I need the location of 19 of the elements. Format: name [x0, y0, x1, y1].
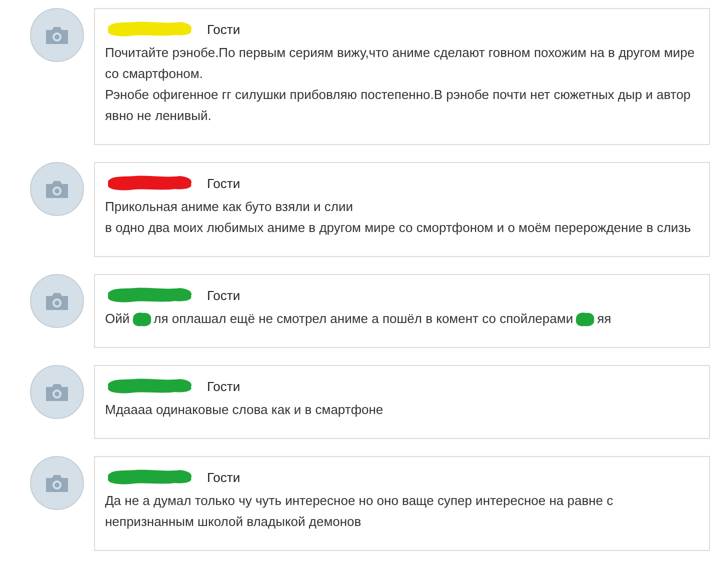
comment-text: Да не а думал только чу чуть интересное но оно ваще супер интересное на равне с непризнанным школой владыкой демонов [105, 493, 614, 529]
user-role: Гости [207, 22, 240, 36]
comment-text: Ойй [105, 311, 130, 326]
camera-icon [44, 291, 70, 311]
camera-icon [44, 25, 70, 45]
comment-text: яя [597, 311, 612, 326]
comment-text: Почитайте рэнобе.По первым сериям вижу,что аниме сделают говном похожим на в другом мире со смартфоном. [105, 45, 695, 81]
camera-icon [44, 382, 70, 402]
comment-text: Рэнобе офигенное гг силушки прибовляю постепенно.В рэнобе почти нет сюжетных дыр и автор явно не ленивый. [105, 87, 691, 123]
user-role: Гости [207, 288, 240, 302]
camera-icon [44, 179, 70, 199]
comment-text: Мдаааа одинаковые слова как и в смартфоне [105, 402, 384, 417]
comment-text: Прикольная аниме как буто взяли и слии [105, 199, 353, 214]
user-role: Гости [207, 176, 240, 190]
user-role: Гости [207, 470, 240, 484]
user-role: Гости [207, 378, 240, 394]
comment-text: в одно два моих любимых аниме в другом мире со смортфоном и о моём перерождение в слизь [105, 220, 691, 235]
comment-text: ля оплашал ещё не смотрел аниме а пошёл в комент со спойлерами [154, 311, 574, 326]
camera-icon [44, 473, 70, 493]
